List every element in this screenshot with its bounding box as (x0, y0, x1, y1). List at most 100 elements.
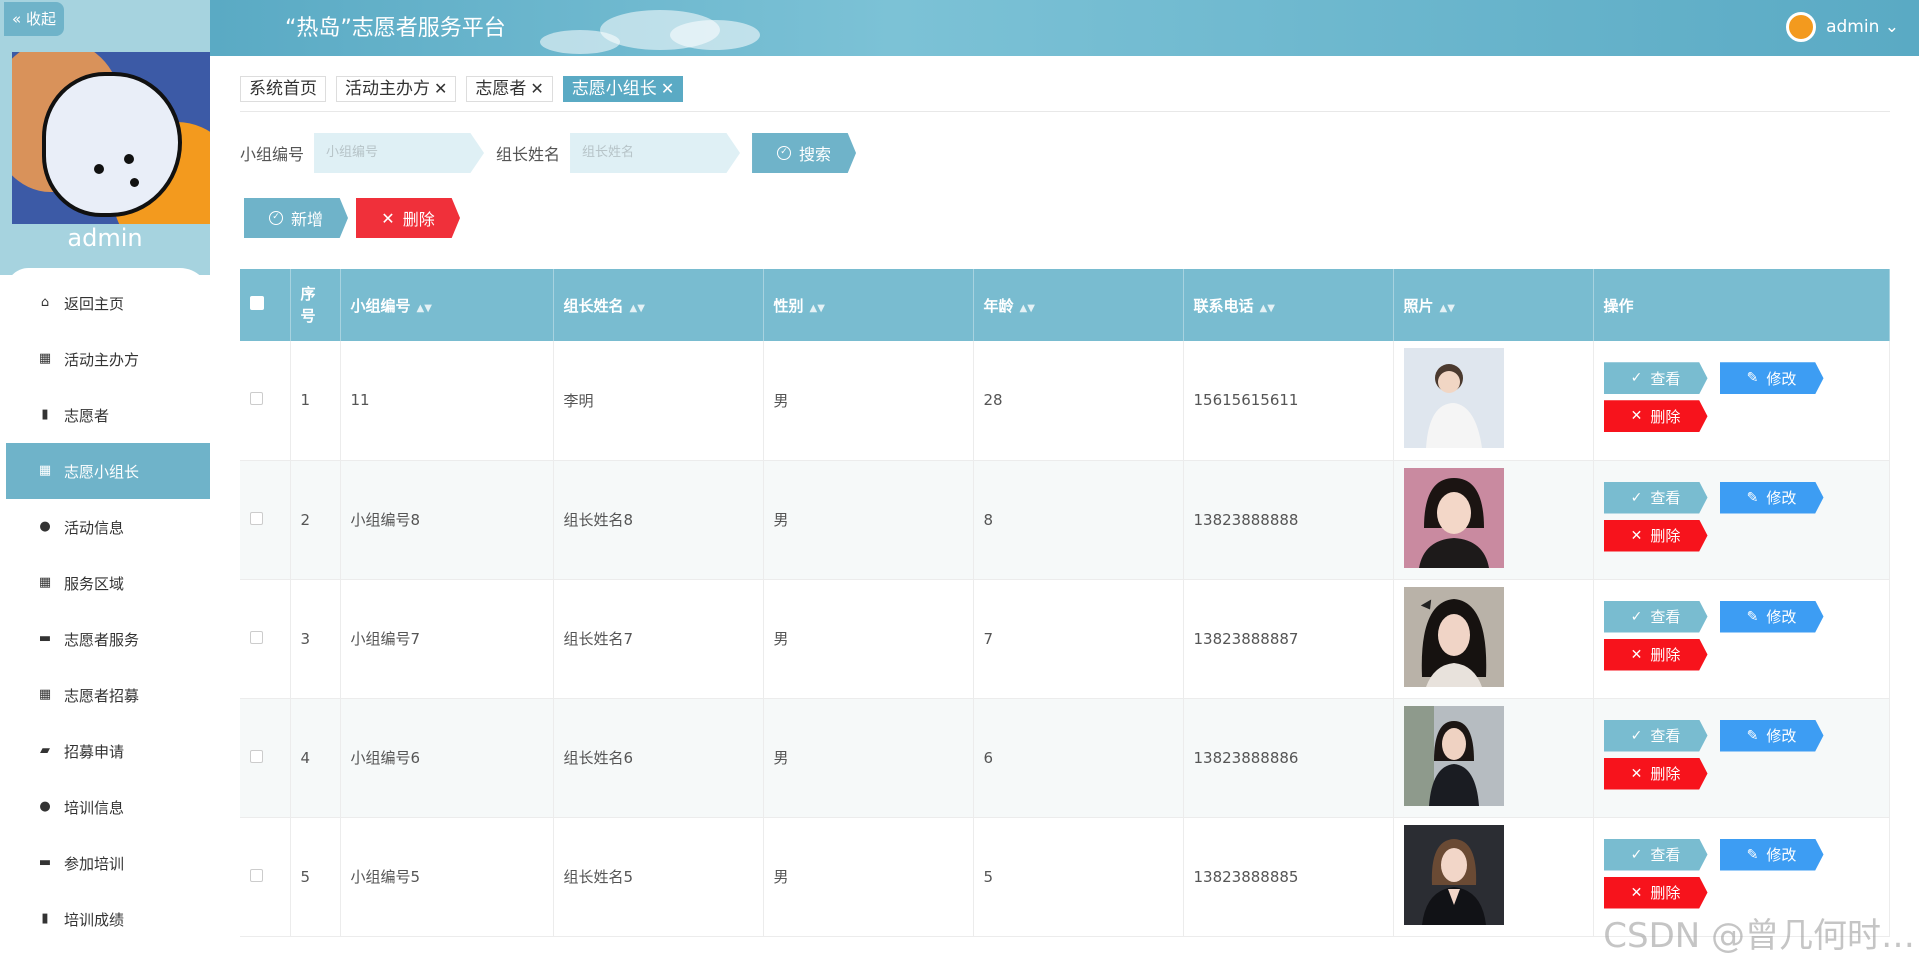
sidebar-username: admin (67, 224, 143, 252)
edit-icon: ✎ (1746, 846, 1759, 863)
photo-image[interactable] (1403, 705, 1504, 806)
edit-button[interactable]: ✎ 修改 (1719, 838, 1824, 871)
page-title: “热岛”志愿者服务平台 (285, 16, 506, 41)
cell-group-no: 小组编号5 (340, 817, 554, 937)
cell-ops: ✓ 查看 ✎ 修改 ✕ 删除 (1593, 579, 1890, 699)
grid-icon: ▦ (38, 351, 52, 366)
user-menu[interactable]: admin ⌄ (1786, 12, 1899, 42)
cell-gender: 男 (763, 817, 974, 937)
sidebar-item-application[interactable]: ▰ 招募申请 (6, 723, 210, 779)
select-all-header[interactable] (240, 269, 291, 341)
row-checkbox[interactable] (250, 630, 263, 644)
photo-image[interactable] (1403, 586, 1504, 687)
sidebar-item-join-training[interactable]: ▬ 参加培训 (6, 835, 210, 891)
sidebar-item-home[interactable]: ⌂ 返回主页 (6, 275, 210, 331)
batch-delete-button[interactable]: ✕ 删除 (356, 198, 460, 238)
sidebar-item-volunteer-service[interactable]: ▬ 志愿者服务 (6, 611, 210, 667)
edit-icon: ✎ (1746, 727, 1759, 744)
cell-leader: 李明 (553, 341, 764, 461)
leader-name-input[interactable]: 组长姓名 (570, 133, 741, 173)
close-icon: ✕ (1630, 884, 1643, 901)
photo-image[interactable] (1403, 348, 1504, 449)
tab-label: 志愿小组长 (571, 79, 657, 99)
edit-button[interactable]: ✎ 修改 (1719, 481, 1824, 514)
row-checkbox[interactable] (250, 392, 263, 406)
tab-group-leader[interactable]: 志愿小组长 ✕ (562, 76, 684, 102)
sidebar-item-label: 活动主办方 (64, 350, 140, 369)
view-button[interactable]: ✓ 查看 (1603, 362, 1708, 395)
close-icon[interactable]: ✕ (530, 77, 543, 101)
cell-gender: 男 (763, 341, 974, 461)
view-button[interactable]: ✓ 查看 (1603, 600, 1708, 633)
sort-icon: ▲▼ (1439, 302, 1455, 314)
edit-button[interactable]: ✎ 修改 (1719, 719, 1824, 752)
view-button[interactable]: ✓ 查看 (1603, 838, 1708, 871)
delete-button[interactable]: ✕ 删除 (1603, 400, 1708, 433)
location-icon: ● (39, 519, 51, 534)
view-button[interactable]: ✓ 查看 (1603, 719, 1708, 752)
select-all-checkbox[interactable] (250, 296, 264, 310)
edit-button[interactable]: ✎ 修改 (1719, 362, 1824, 395)
col-age[interactable]: 年龄 ▲▼ (973, 269, 1184, 341)
sidebar-profile: « 收起 admin (0, 0, 210, 275)
cell-phone: 13823888888 (1183, 460, 1394, 580)
tab-label: 系统首页 (249, 79, 317, 99)
cell-age: 7 (973, 579, 1184, 699)
avatar (12, 52, 210, 224)
sidebar-item-training-info[interactable]: ● 培训信息 (6, 779, 210, 835)
sidebar-item-service-area[interactable]: ▦ 服务区域 (6, 555, 210, 611)
photo-image[interactable] (1403, 467, 1504, 568)
close-icon: ✕ (381, 208, 395, 228)
sidebar-item-organizer[interactable]: ▦ 活动主办方 (6, 331, 210, 387)
delete-button[interactable]: ✕ 删除 (1603, 638, 1708, 671)
row-select[interactable] (240, 817, 291, 937)
cell-seq: 2 (290, 460, 341, 580)
delete-button[interactable]: ✕ 删除 (1603, 519, 1708, 552)
sidebar-item-training-score[interactable]: ▮ 培训成绩 (6, 891, 210, 947)
row-checkbox[interactable] (250, 749, 263, 763)
sidebar-item-label: 返回主页 (64, 294, 125, 313)
col-group-no[interactable]: 小组编号 ▲▼ (340, 269, 554, 341)
collapse-button[interactable]: « 收起 (4, 2, 64, 36)
col-photo[interactable]: 照片 ▲▼ (1393, 269, 1594, 341)
delete-button[interactable]: ✕ 删除 (1603, 876, 1708, 909)
sidebar-item-recruitment[interactable]: ▦ 志愿者招募 (6, 667, 210, 723)
cell-leader: 组长姓名6 (553, 698, 764, 818)
sort-icon: ▲▼ (1259, 302, 1275, 314)
toolbar: ✓ 新增 ✕ 删除 (244, 198, 468, 238)
tab-home[interactable]: 系统首页 (240, 76, 326, 102)
check-icon: ✓ (1630, 727, 1643, 744)
table-row: 4 小组编号6 组长姓名6 男 6 13823888886 ✓ 查看 ✎ 修改 ✕ 删… (240, 698, 1890, 818)
cell-group-no: 小组编号7 (340, 579, 554, 699)
tab-volunteer[interactable]: 志愿者 ✕ (466, 76, 553, 102)
sidebar-item-volunteer[interactable]: ▮ 志愿者 (6, 387, 210, 443)
sidebar-item-label: 服务区域 (64, 574, 125, 593)
row-select[interactable] (240, 698, 291, 818)
tab-organizer[interactable]: 活动主办方 ✕ (336, 76, 457, 102)
delete-button[interactable]: ✕ 删除 (1603, 757, 1708, 790)
cell-gender: 男 (763, 698, 974, 818)
col-phone[interactable]: 联系电话 ▲▼ (1183, 269, 1394, 341)
col-ops: 操作 (1593, 269, 1890, 341)
sidebar-item-activity-info[interactable]: ● 活动信息 (6, 499, 210, 555)
row-checkbox[interactable] (250, 868, 263, 882)
col-gender[interactable]: 性别 ▲▼ (763, 269, 974, 341)
row-select[interactable] (240, 579, 291, 699)
cell-photo (1393, 817, 1594, 937)
close-icon[interactable]: ✕ (661, 77, 674, 101)
sidebar-item-group-leader[interactable]: ▦ 志愿小组长 (6, 443, 210, 499)
sidebar-item-label: 志愿小组长 (64, 462, 140, 481)
view-button[interactable]: ✓ 查看 (1603, 481, 1708, 514)
edit-button[interactable]: ✎ 修改 (1719, 600, 1824, 633)
row-select[interactable] (240, 460, 291, 580)
close-icon[interactable]: ✕ (434, 77, 447, 101)
row-checkbox[interactable] (250, 511, 263, 525)
row-select[interactable] (240, 341, 291, 461)
group-no-input[interactable]: 小组编号 (314, 133, 485, 173)
add-button[interactable]: ✓ 新增 (244, 198, 348, 238)
table-row: 2 小组编号8 组长姓名8 男 8 13823888888 ✓ 查看 ✎ 修改 ✕ 删… (240, 460, 1890, 580)
col-leader[interactable]: 组长姓名 ▲▼ (553, 269, 764, 341)
search-button[interactable]: ✓ 搜索 (752, 133, 857, 173)
cell-age: 5 (973, 817, 1184, 937)
photo-image[interactable] (1403, 824, 1504, 925)
